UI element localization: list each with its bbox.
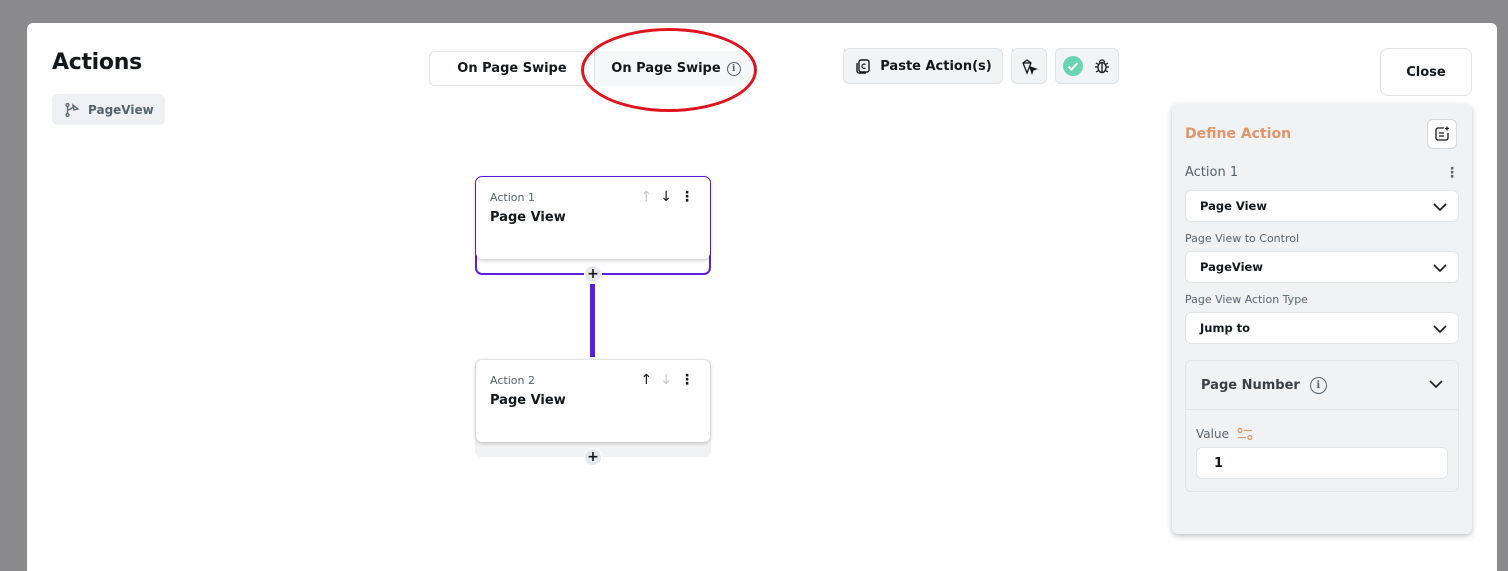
check-circle-icon <box>1063 56 1083 76</box>
action-card[interactable]: Action 2 Page View ↑ ↓ ⋮ <box>476 360 710 442</box>
move-up-icon[interactable]: ↑ <box>641 189 653 205</box>
notes-button[interactable] <box>1427 119 1457 149</box>
info-icon[interactable]: i <box>1309 376 1327 394</box>
page-view-control-dropdown[interactable]: PageView <box>1185 251 1459 283</box>
variable-settings-icon[interactable] <box>1237 427 1253 441</box>
tab-label: On Page Swipe <box>457 61 567 76</box>
type-value: Jump to <box>1200 321 1251 335</box>
tab-on-page-swipe[interactable]: On Page Swipe <box>429 51 595 86</box>
paste-actions-label: Paste Action(s) <box>880 58 992 74</box>
chevron-down-icon <box>1433 325 1447 334</box>
page-number-header[interactable]: Page Number i <box>1186 361 1458 410</box>
chevron-down-icon <box>1433 203 1447 212</box>
chevron-down-icon <box>1433 264 1447 273</box>
value-label: Value <box>1196 427 1253 441</box>
value-label-text: Value <box>1196 427 1229 441</box>
paste-actions-button[interactable]: Paste Action(s) <box>843 48 1003 84</box>
move-up-icon[interactable]: ↑ <box>641 372 653 388</box>
action-name-label: Action 1 <box>1185 165 1239 180</box>
flow-connector <box>590 284 595 357</box>
actions-modal: Actions PageView On Page Swipe On Page S… <box>27 23 1497 571</box>
note-add-icon <box>1435 126 1449 141</box>
move-down-icon[interactable]: ↓ <box>660 189 672 205</box>
more-vert-icon[interactable]: ⋮ <box>680 189 694 205</box>
close-button[interactable]: Close <box>1380 48 1472 96</box>
define-action-panel: Define Action Action 1 ⋮ Page View Page … <box>1172 104 1472 534</box>
control-value: PageView <box>1200 260 1263 274</box>
add-action-button[interactable]: + <box>584 448 602 466</box>
action-type-value: Page View <box>1200 199 1267 213</box>
validation-debug-button[interactable] <box>1055 48 1119 84</box>
action-card[interactable]: Action 1 Page View ↑ ↓ ⋮ <box>476 177 710 259</box>
branch-icon <box>65 102 80 117</box>
action-type-label: Page View Action Type <box>1185 293 1308 306</box>
widget-chip-label: PageView <box>88 102 154 117</box>
chevron-down-icon <box>1429 380 1443 389</box>
widget-chip[interactable]: PageView <box>52 94 165 125</box>
action-type-dropdown[interactable]: Page View <box>1185 190 1459 222</box>
more-vert-icon[interactable]: ⋮ <box>1445 165 1459 181</box>
page-title: Actions <box>52 50 142 75</box>
bug-icon <box>1095 59 1109 74</box>
control-label: Page View to Control <box>1185 232 1300 245</box>
add-action-button[interactable]: + <box>584 265 602 283</box>
value-input[interactable]: 1 <box>1196 447 1448 479</box>
action-name: Page View <box>490 393 566 408</box>
ai-action-button[interactable] <box>1011 48 1047 84</box>
more-vert-icon[interactable]: ⋮ <box>680 372 694 388</box>
panel-title: Define Action <box>1185 126 1292 142</box>
paste-icon <box>856 59 870 74</box>
annotation-circle <box>581 28 757 112</box>
page-number-section: Page Number i Value 1 <box>1185 360 1459 492</box>
page-number-label: Page Number <box>1201 377 1300 393</box>
action-name: Page View <box>490 210 566 225</box>
move-down-icon[interactable]: ↓ <box>660 372 672 388</box>
magic-cursor-icon <box>1022 59 1038 75</box>
page-view-action-type-dropdown[interactable]: Jump to <box>1185 312 1459 344</box>
